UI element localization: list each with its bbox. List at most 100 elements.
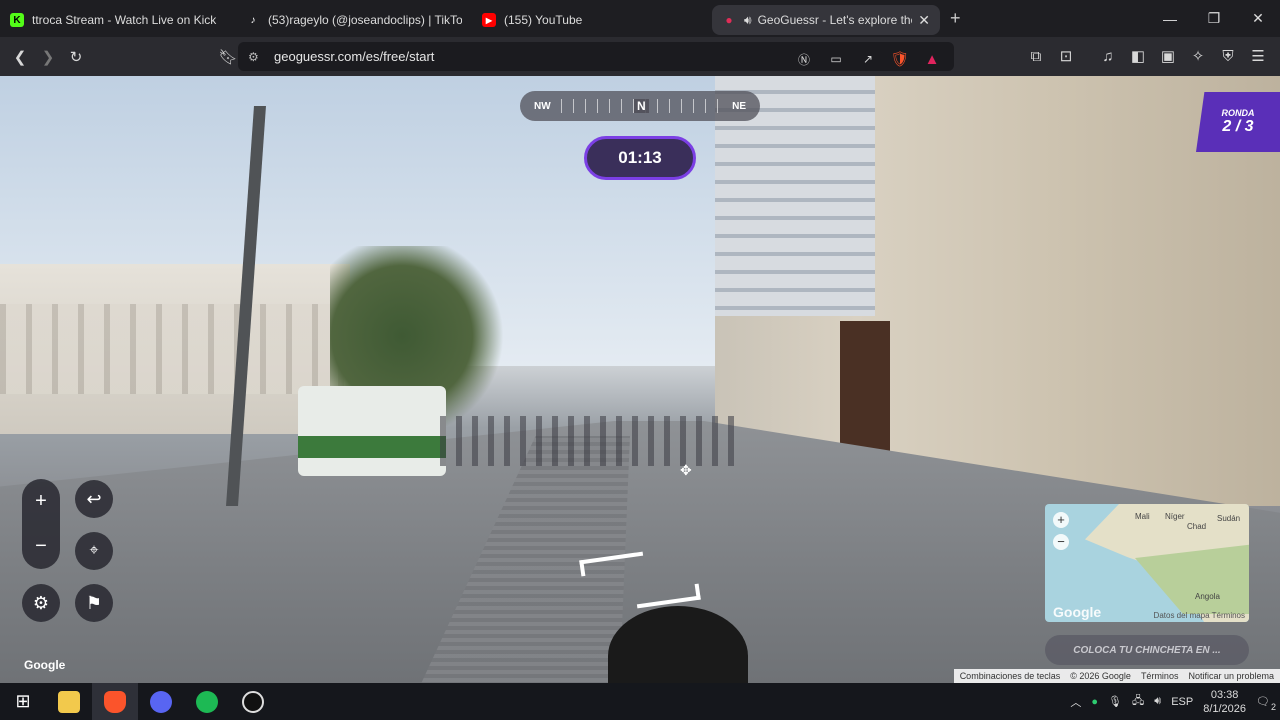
tab-title: (53)rageylo (@joseandoclips) | TikTok <box>268 13 462 27</box>
zoom-in-icon[interactable]: + <box>35 490 47 513</box>
terms-link[interactable]: Términos <box>1141 671 1179 681</box>
window-controls: — ❐ ✕ <box>1148 0 1280 37</box>
language-indicator[interactable]: ESP <box>1171 696 1193 708</box>
gear-icon: ⚙ <box>32 592 50 613</box>
tab-youtube[interactable]: ▶ (155) YouTube <box>472 5 708 35</box>
spotify-icon <box>196 690 218 713</box>
place-pin-button[interactable]: COLOCA TU CHINCHETA EN ... <box>1045 635 1249 665</box>
discord-icon <box>150 690 172 713</box>
notification-count: 2 <box>1270 702 1276 712</box>
site-settings-icon[interactable]: ⚙︎ <box>248 50 259 64</box>
tab-title: GeoGuessr - Let's explore the <box>757 13 913 27</box>
address-bar[interactable]: ⚙︎ geoguessr.com/es/free/start Ⓝ ▭ ↗ 🛡︎ … <box>238 42 954 71</box>
map-label: Angola <box>1195 592 1220 601</box>
windows-icon: ⊞ <box>15 691 31 711</box>
tab-tiktok[interactable]: ♪ (53)rageylo (@joseandoclips) | TikTok <box>236 5 472 35</box>
windows-taskbar: ⊞ ︿ ● 🎙︎ 🖧︎ 🔊︎ ESP 03:38 8/1/2026 🗨︎ 2 <box>0 683 1280 720</box>
tab-kick[interactable]: K ttroca Stream - Watch Live on Kick <box>0 5 236 35</box>
status-dot-icon[interactable]: ● <box>1091 696 1098 708</box>
report-problem-link[interactable]: Notificar un problema <box>1188 671 1274 681</box>
back-icon[interactable]: ❮ <box>6 43 34 71</box>
obs-icon <box>242 690 264 713</box>
building-door <box>840 321 890 451</box>
maximize-button[interactable]: ❐ <box>1192 0 1236 37</box>
compass: NW N NE <box>520 91 760 121</box>
location-pin-icon: ● <box>725 13 733 27</box>
settings-button[interactable]: ⚙ <box>22 584 60 622</box>
system-tray: ︿ ● 🎙︎ 🖧︎ 🔊︎ ESP 03:38 8/1/2026 🗨︎ 2 <box>1070 683 1276 720</box>
forward-icon[interactable]: ❯ <box>34 43 62 71</box>
zoom-out-icon[interactable]: − <box>35 535 47 558</box>
taskbar-obs[interactable] <box>230 683 276 720</box>
browser-toolbar: ❮ ❯ ↻ 🔖︎ ⚙︎ geoguessr.com/es/free/start … <box>0 37 1280 76</box>
copyright-text: © 2026 Google <box>1070 671 1131 681</box>
tab-title: ttroca Stream - Watch Live on Kick <box>32 13 217 27</box>
google-logo: Google <box>24 658 66 672</box>
reload-icon[interactable]: ↻ <box>62 43 90 71</box>
taskbar-file-explorer[interactable] <box>46 683 92 720</box>
cast-icon[interactable]: ▭ <box>822 45 850 73</box>
round-label: RONDA <box>1221 108 1255 118</box>
map-label: Níger <box>1165 512 1185 521</box>
music-icon[interactable]: ♫ <box>1094 42 1122 70</box>
compass-left-label: NW <box>534 100 551 112</box>
map-label: Chad <box>1187 522 1207 531</box>
undo-move-button[interactable]: ↩ <box>75 480 113 518</box>
menu-icon[interactable]: ☰ <box>1244 42 1272 70</box>
compass-north-label: N <box>634 99 649 113</box>
chevron-up-icon[interactable]: ︿ <box>1070 694 1081 710</box>
share-icon[interactable]: ↗ <box>854 45 882 73</box>
vpn-icon[interactable]: ⛨ <box>1214 42 1242 70</box>
taskbar-discord[interactable] <box>138 683 184 720</box>
taskbar-brave[interactable] <box>92 683 138 720</box>
notifications-icon[interactable]: 🗨︎ 2 <box>1256 695 1276 712</box>
minimap-zoom-out-icon[interactable]: − <box>1053 534 1069 550</box>
folder-icon <box>58 690 80 713</box>
translate-icon[interactable]: Ⓝ <box>790 45 818 73</box>
map-label: Sudán <box>1217 514 1241 523</box>
new-tab-button[interactable]: + <box>950 8 961 29</box>
start-button[interactable]: ⊞ <box>0 683 46 720</box>
flag-icon: ⚑ <box>85 592 103 613</box>
tab-geoguessr[interactable]: ● 🔊︎ GeoGuessr - Let's explore the ✕ <box>712 5 940 35</box>
screenshot-icon[interactable]: ⊡ <box>1052 42 1080 70</box>
compass-ticks: N <box>560 99 723 113</box>
report-flag-button[interactable]: ⚑ <box>75 584 113 622</box>
volume-icon[interactable]: 🔊︎ <box>1154 695 1161 708</box>
brave-icon <box>104 690 126 713</box>
return-to-start-button[interactable]: ⌖ <box>75 532 113 570</box>
network-icon[interactable]: 🖧︎ <box>1132 692 1144 711</box>
round-indicator: RONDA 2 / 3 <box>1196 92 1280 152</box>
clock-time: 03:38 <box>1210 688 1239 701</box>
minimap-google-logo: Google <box>1053 604 1102 620</box>
brave-rewards-icon[interactable]: ▲ <box>918 45 946 73</box>
kick-icon: K <box>10 13 24 27</box>
brave-shields-icon[interactable]: 🛡︎ <box>886 45 914 73</box>
sidebar-icon[interactable]: ◧ <box>1124 42 1152 70</box>
minimap-footer[interactable]: Datos del mapa Términos <box>1154 611 1245 620</box>
wallet-icon[interactable]: ▣ <box>1154 42 1182 70</box>
clock[interactable]: 03:38 8/1/2026 <box>1203 688 1246 716</box>
taskbar-spotify[interactable] <box>184 683 230 720</box>
guess-minimap[interactable]: + − Mali Níger Chad Sudán Angola Google … <box>1045 504 1249 622</box>
microphone-icon[interactable]: 🎙︎ <box>1108 695 1122 708</box>
map-attribution: Combinaciones de teclas © 2026 Google Té… <box>953 669 1280 683</box>
extensions-icon[interactable]: ⧉ <box>1022 42 1050 70</box>
leo-ai-icon[interactable]: ✧ <box>1184 42 1212 70</box>
compass-right-label: NE <box>732 100 746 112</box>
speaker-icon[interactable]: 🔊︎ <box>744 13 752 28</box>
location-pin-plus-icon: ⌖ <box>89 542 99 559</box>
minimize-button[interactable]: — <box>1148 0 1192 37</box>
minimap-zoom-in-icon[interactable]: + <box>1053 512 1069 528</box>
round-value: 2 / 3 <box>1222 118 1254 135</box>
keyboard-shortcuts-link[interactable]: Combinaciones de teclas <box>960 671 1061 681</box>
youtube-icon: ▶ <box>482 13 496 27</box>
pedestrians <box>440 416 740 466</box>
round-timer: 01:13 <box>584 136 696 180</box>
undo-arrow-icon: ↩ <box>86 488 102 509</box>
close-tab-icon[interactable]: ✕ <box>918 12 930 29</box>
clock-date: 8/1/2026 <box>1203 702 1247 715</box>
close-window-button[interactable]: ✕ <box>1236 0 1280 37</box>
map-label: Mali <box>1135 512 1150 521</box>
street-view-panorama[interactable]: ✥ NW N NE 01:13 RONDA 2 / 3 + − ↩ ⌖ ⚙ ⚑ … <box>0 76 1280 683</box>
